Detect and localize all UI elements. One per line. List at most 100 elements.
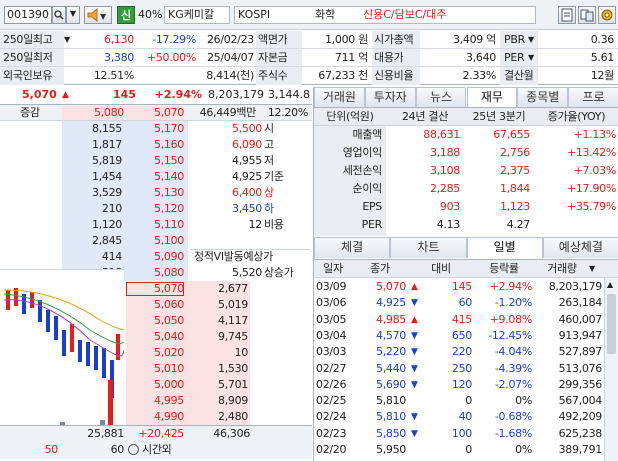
finance-prev-year: 3,188	[430, 146, 460, 159]
daily-rate: -12.45%	[488, 328, 532, 342]
shares-label: 주식수	[258, 69, 288, 82]
ask-price[interactable]: 5,160	[126, 138, 184, 152]
high-250-label: 250일최고	[3, 33, 53, 46]
finance-prev-year: 3,108	[430, 164, 460, 177]
side-value: 4,925	[232, 170, 262, 183]
document-icon	[561, 8, 573, 22]
stock-code-input[interactable]: 001390	[4, 6, 52, 24]
vi-label: 정적VI발동예상가	[190, 249, 310, 264]
daily-rate: -1.68%	[494, 426, 532, 440]
bid-price[interactable]: 5,000	[126, 378, 184, 392]
search-button[interactable]	[52, 6, 66, 24]
ask-price[interactable]: 5,170	[126, 122, 184, 136]
memo-button[interactable]	[558, 6, 576, 24]
daily-rate: -1.20%	[494, 296, 532, 310]
daily-close: 5,220	[376, 345, 406, 359]
tab-0[interactable]: 거래원	[314, 87, 365, 107]
volume-dropdown-icon[interactable]: ▼	[589, 264, 595, 273]
scroll-thumb[interactable]	[607, 294, 616, 354]
daily-date: 03/06	[316, 296, 347, 310]
daily-diff: 60	[458, 296, 472, 310]
windows-icon	[580, 9, 594, 22]
daily-header: 일자	[323, 262, 343, 275]
quote-bar: 5,070 ▲ 145 +2.94% 8,203,179 3,144.8	[0, 87, 312, 103]
after-hours-label[interactable]: 시간외	[142, 443, 171, 457]
bid-price[interactable]: 4,995	[126, 394, 184, 408]
ask-qty: 3,529	[92, 186, 122, 199]
daily-scrollbar[interactable]: ▲	[604, 278, 618, 461]
tab-3[interactable]: 재무	[466, 87, 518, 107]
candle	[30, 292, 34, 308]
scroll-up-icon[interactable]: ▲	[607, 280, 613, 289]
bid-price[interactable]: 5,020	[126, 346, 184, 360]
fiscal-label: 결산월	[504, 69, 534, 82]
dropdown-button[interactable]: ▼	[66, 6, 80, 24]
tab-2[interactable]: 뉴스	[415, 87, 467, 107]
window-button[interactable]	[578, 6, 596, 24]
finance-growth: +17.90%	[566, 182, 616, 195]
tab-bottom-0[interactable]: 체결	[314, 237, 391, 258]
settings-button[interactable]	[598, 6, 616, 24]
ask-price[interactable]: 5,110	[126, 218, 184, 232]
side-value: 6,400	[232, 186, 262, 199]
ask-qty: 8,155	[92, 122, 122, 135]
sound-button[interactable]: ▼	[84, 6, 112, 24]
orderbook-header-price2: 5,070	[126, 106, 184, 120]
tab-4[interactable]: 종목별	[517, 87, 569, 107]
finance-prev-year: 903	[439, 200, 460, 213]
ask-price[interactable]: 5,120	[126, 202, 184, 216]
ask-qty: 2,845	[92, 234, 122, 247]
timer-icon	[128, 444, 139, 455]
substitute-label: 대용가	[374, 51, 404, 64]
top-tabs: 거래원 투자자 뉴스 재무 종목별 프로	[314, 87, 618, 107]
high-250-dropdown[interactable]: ▼	[64, 35, 70, 44]
daily-close: 5,690	[376, 377, 406, 391]
orderbook: 증감 5,080 5,070 46,449백만 12.20% 8,155 5,17…	[0, 104, 312, 459]
per-dropdown[interactable]: ▼	[528, 53, 534, 62]
ask-price[interactable]: 5,140	[126, 170, 184, 184]
daily-rate: +9.08%	[489, 312, 532, 326]
daily-volume: 299,356	[558, 377, 602, 391]
candle	[38, 300, 42, 322]
daily-date: 02/23	[316, 426, 347, 440]
daily-diff: 100	[451, 426, 472, 440]
candle	[70, 324, 74, 352]
per-value: 5.61	[590, 51, 614, 64]
side-value: 5,500	[232, 122, 262, 135]
bid-qty: 9,745	[218, 330, 248, 343]
market-field: KOSPI 화학 신용C/담보C/대주	[234, 6, 536, 24]
ask-price[interactable]: 5,130	[126, 186, 184, 200]
bid-price[interactable]: 5,070	[126, 282, 184, 296]
daily-header: 거래량	[547, 262, 577, 275]
tab-5[interactable]: 프로	[568, 87, 618, 107]
total-change: +20,425	[138, 427, 184, 440]
bid-qty: 5,019	[218, 298, 248, 311]
low-250-date: 25/04/07	[206, 51, 254, 64]
bid-price[interactable]: 5,040	[126, 330, 184, 344]
finance-q3: 1,123	[500, 200, 530, 213]
pbr-dropdown[interactable]: ▼	[528, 35, 534, 44]
tab-bottom-3[interactable]: 예상체결	[542, 237, 618, 258]
side-value: 4,955	[232, 154, 262, 167]
tab-bottom-2[interactable]: 일별	[466, 237, 543, 258]
ask-price[interactable]: 5,100	[126, 234, 184, 248]
daily-volume: 527,897	[558, 345, 602, 359]
ask-qty: 5,819	[92, 154, 122, 167]
bid-price[interactable]: 5,050	[126, 314, 184, 328]
tab-bottom-1[interactable]: 차트	[390, 237, 467, 258]
chevron-down-icon: ▼	[69, 9, 77, 18]
daily-volume: 263,184	[558, 296, 602, 310]
finance-header: 단위(억원)	[326, 110, 374, 123]
tab-1[interactable]: 투자자	[364, 87, 416, 107]
credit-tags: 신용C/담보C/대주	[363, 8, 447, 21]
bid-price[interactable]: 5,010	[126, 362, 184, 376]
daily-rate: 0%	[515, 394, 532, 408]
bid-price[interactable]: 5,060	[126, 298, 184, 312]
fiscal-value: 12월	[590, 69, 614, 82]
bid-price[interactable]: 4,990	[126, 410, 184, 424]
ask-qty: 1,120	[92, 218, 122, 231]
ask-price[interactable]: 5,150	[126, 154, 184, 168]
ask-price[interactable]: 5,080	[126, 266, 184, 280]
ask-price[interactable]: 5,090	[126, 250, 184, 264]
finance-row-label: PER	[361, 218, 382, 231]
